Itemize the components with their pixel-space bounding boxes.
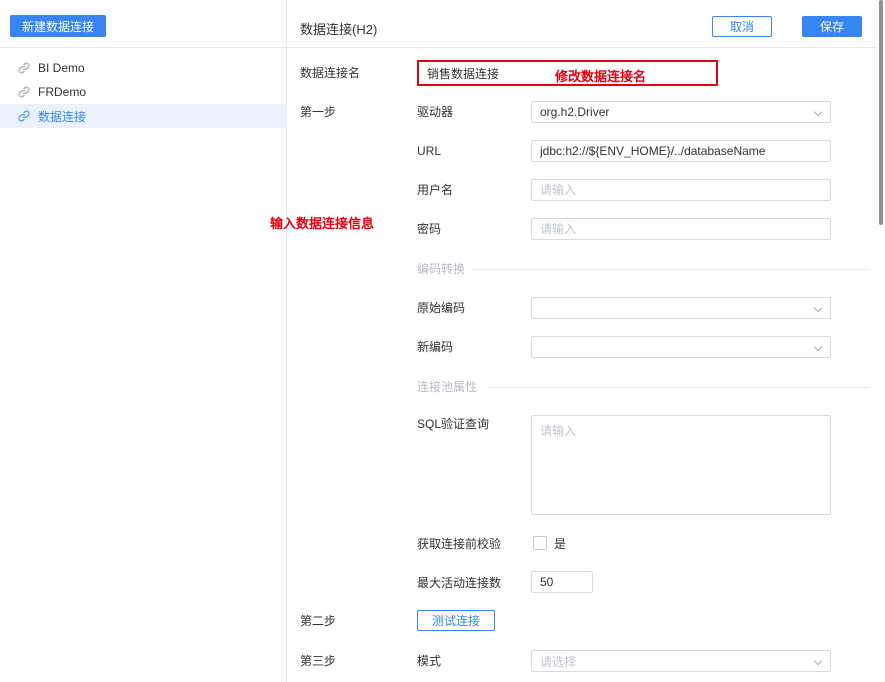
test-connection-button[interactable]: 测试连接 bbox=[417, 610, 495, 631]
step1-label: 第一步 bbox=[300, 105, 337, 119]
driver-value: org.h2.Driver bbox=[540, 105, 610, 119]
sidebar-item-data-connection[interactable]: 数据连接 bbox=[0, 104, 287, 128]
sidebar-item-label: FRDemo bbox=[38, 85, 87, 99]
password-input[interactable] bbox=[531, 218, 831, 240]
schema-select[interactable]: 请选择 bbox=[531, 650, 831, 672]
pool-section-divider bbox=[487, 387, 870, 388]
cancel-button[interactable]: 取消 bbox=[712, 16, 772, 37]
max-active-input[interactable] bbox=[531, 571, 593, 593]
header-divider bbox=[0, 47, 885, 48]
chevron-down-icon bbox=[813, 342, 823, 352]
sidebar: 新建数据连接 BI Demo FRDemo 数据连接 bbox=[0, 0, 287, 682]
schema-label: 模式 bbox=[417, 654, 442, 668]
username-input[interactable] bbox=[531, 179, 831, 201]
password-label: 密码 bbox=[417, 222, 442, 236]
page-title: 数据连接(H2) bbox=[300, 22, 378, 37]
pre-check-checkbox[interactable] bbox=[533, 536, 547, 550]
max-active-label: 最大活动连接数 bbox=[417, 576, 502, 590]
chevron-down-icon bbox=[813, 303, 823, 313]
encoding-section-title: 编码转换 bbox=[417, 262, 466, 276]
sidebar-item-label: BI Demo bbox=[38, 61, 85, 75]
chevron-down-icon bbox=[813, 107, 823, 117]
connection-name-annotation-box: 修改数据连接名 bbox=[417, 60, 718, 86]
driver-select[interactable]: org.h2.Driver bbox=[531, 101, 831, 123]
new-encoding-label: 新编码 bbox=[417, 340, 454, 354]
link-icon bbox=[18, 62, 30, 74]
scrollbar-thumb[interactable] bbox=[879, 0, 883, 225]
username-label: 用户名 bbox=[417, 183, 454, 197]
original-encoding-label: 原始编码 bbox=[417, 301, 466, 315]
sql-check-label: SQL验证查询 bbox=[417, 417, 490, 431]
pool-section-title: 连接池属性 bbox=[417, 380, 478, 394]
new-encoding-select[interactable] bbox=[531, 336, 831, 358]
url-input[interactable] bbox=[531, 140, 831, 162]
rename-annotation-text: 修改数据连接名 bbox=[555, 69, 647, 84]
sql-check-textarea[interactable] bbox=[531, 415, 831, 515]
scrollbar-track[interactable] bbox=[877, 0, 885, 682]
encoding-section-divider bbox=[473, 269, 870, 270]
step3-label: 第三步 bbox=[300, 654, 337, 668]
schema-placeholder: 请选择 bbox=[540, 654, 577, 669]
data-connection-page: 新建数据连接 BI Demo FRDemo 数据连接 数据连接(H2) 取消 保… bbox=[0, 0, 885, 682]
save-button[interactable]: 保存 bbox=[802, 16, 862, 37]
sidebar-item-frdemo[interactable]: FRDemo bbox=[0, 80, 287, 104]
step2-label: 第二步 bbox=[300, 614, 337, 628]
chevron-down-icon bbox=[813, 656, 823, 666]
input-info-annotation-text: 输入数据连接信息 bbox=[270, 216, 375, 231]
link-icon bbox=[18, 110, 30, 122]
original-encoding-select[interactable] bbox=[531, 297, 831, 319]
connection-name-label: 数据连接名 bbox=[300, 66, 361, 80]
sidebar-item-label: 数据连接 bbox=[38, 109, 87, 124]
new-connection-button[interactable]: 新建数据连接 bbox=[10, 15, 107, 37]
link-icon bbox=[18, 86, 30, 98]
pre-check-label: 获取连接前校验 bbox=[417, 537, 502, 551]
driver-label: 驱动器 bbox=[417, 105, 454, 119]
pre-check-option-label: 是 bbox=[554, 537, 567, 551]
url-label: URL bbox=[417, 144, 442, 158]
sidebar-item-bi-demo[interactable]: BI Demo bbox=[0, 56, 287, 80]
